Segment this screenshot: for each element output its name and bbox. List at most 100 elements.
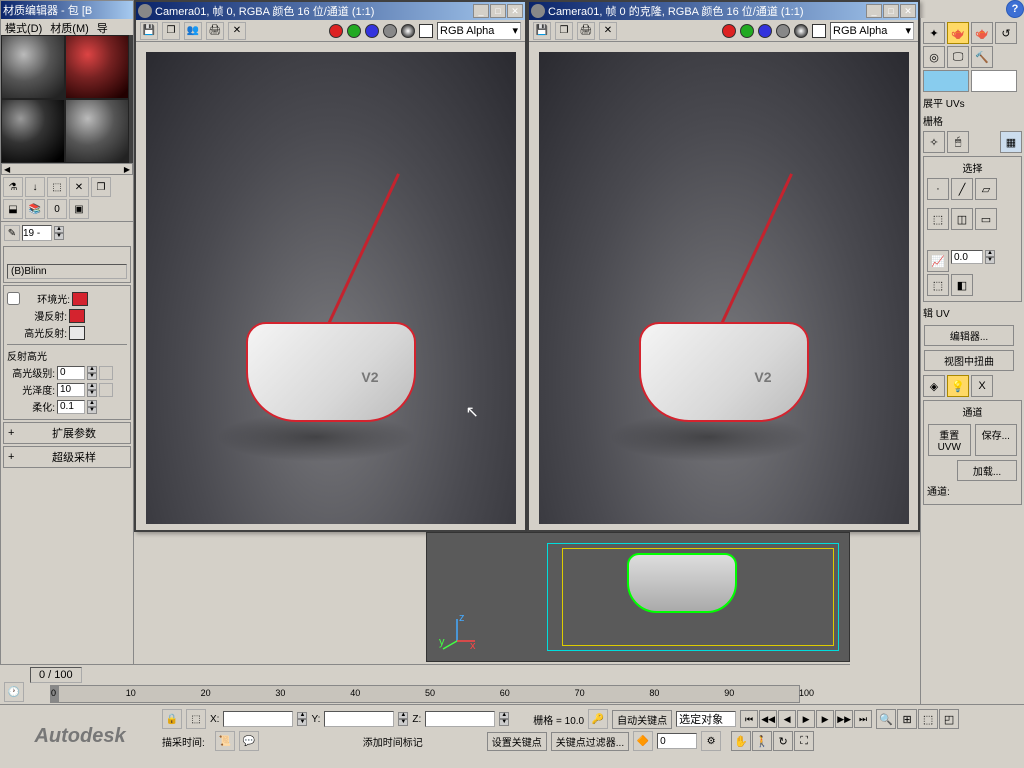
y-input[interactable] (324, 711, 394, 727)
tool-a-icon[interactable]: ◈ (923, 375, 945, 397)
glossiness-map[interactable] (99, 383, 113, 397)
clear-icon[interactable]: ✕ (599, 22, 617, 40)
save-button[interactable]: 保存... (975, 424, 1018, 456)
display-mode-dropdown[interactable]: RGB Alpha▾ (830, 22, 914, 40)
auto-key-button[interactable]: 自动关键点 (612, 710, 672, 729)
selection-set-dropdown[interactable]: 选定对象 (676, 711, 736, 727)
make-unique-icon[interactable]: ⬓ (3, 199, 23, 219)
ambient-lock[interactable] (7, 292, 20, 305)
close-button[interactable]: ✕ (507, 4, 523, 18)
zoom-region-icon[interactable]: ◰ (939, 709, 959, 729)
blue-channel[interactable] (365, 24, 379, 38)
next-frame-icon[interactable]: ▶▶ (835, 710, 853, 728)
material-effects-icon[interactable]: 0 (47, 199, 67, 219)
graph-icon[interactable]: 📈 (927, 250, 949, 272)
maximize-button[interactable]: □ (883, 4, 899, 18)
print-icon[interactable]: 🖨 (206, 22, 224, 40)
name-spin[interactable]: ▲▼ (54, 226, 64, 240)
add-time-tag-label[interactable]: 添加时间标记 (363, 734, 423, 749)
uv-tool-1[interactable]: ✧ (923, 131, 945, 153)
green-channel[interactable] (347, 24, 361, 38)
z-spin[interactable]: ▲▼ (499, 712, 509, 726)
swatch-white[interactable] (419, 24, 433, 38)
reset-uvw-button[interactable]: 重置 UVW (928, 424, 971, 456)
lock-icon[interactable]: 🔒 (162, 709, 182, 729)
goto-start-icon[interactable]: ⏮ (740, 710, 758, 728)
copy-image-icon[interactable]: ❐ (555, 22, 573, 40)
clone-image-icon[interactable]: 👥 (184, 22, 202, 40)
zoom-all-icon[interactable]: ⊞ (897, 709, 917, 729)
y-spin[interactable]: ▲▼ (398, 712, 408, 726)
alpha-channel[interactable] (776, 24, 790, 38)
soften-spin[interactable]: ▲▼ (87, 400, 97, 414)
soften-input[interactable] (57, 400, 85, 414)
mono-channel[interactable] (794, 24, 808, 38)
assign-material-icon[interactable]: ⬚ (47, 177, 67, 197)
prev-frame-icon[interactable]: ◀◀ (759, 710, 777, 728)
specular-swatch[interactable] (69, 326, 85, 340)
open-editor-button[interactable]: 编辑器... (924, 325, 1014, 346)
material-name-input[interactable] (22, 225, 52, 241)
material-editor-titlebar[interactable]: 材质编辑器 - 包 [B (1, 1, 133, 19)
create-tab-icon[interactable]: ✦ (923, 22, 945, 44)
glossiness-spin[interactable]: ▲▼ (87, 383, 97, 397)
blue-channel[interactable] (758, 24, 772, 38)
color-swatch-white[interactable] (971, 70, 1017, 92)
time-config-button[interactable]: ⚙ (701, 731, 721, 751)
goto-end-icon[interactable]: ⏭ (854, 710, 872, 728)
grow-icon[interactable]: ⬚ (927, 208, 949, 230)
frame-display[interactable]: 0 / 100 (30, 667, 82, 683)
swatch-white[interactable] (812, 24, 826, 38)
max-toggle-icon[interactable]: ⛶ (794, 731, 814, 751)
face-subobj[interactable]: ▱ (975, 178, 997, 200)
save-image-icon[interactable]: 💾 (140, 22, 158, 40)
current-frame-input[interactable] (657, 733, 697, 749)
supersampling-rollup[interactable]: + 超级采样 (3, 446, 131, 468)
next-key-icon[interactable]: ▶ (816, 710, 834, 728)
snap-icon[interactable]: ⬚ (186, 709, 206, 729)
key-mode-icon[interactable]: 🔶 (633, 731, 653, 751)
orbit-icon[interactable]: ↻ (773, 731, 793, 751)
print-icon[interactable]: 🖨 (577, 22, 595, 40)
material-slot-1[interactable] (1, 35, 65, 99)
pick-material-icon[interactable]: ✎ (4, 225, 20, 241)
material-slot-4[interactable] (65, 99, 129, 163)
ring-icon[interactable]: ▭ (975, 208, 997, 230)
spec-level-input[interactable] (57, 366, 85, 380)
red-channel[interactable] (329, 24, 343, 38)
spec-level-spin[interactable]: ▲▼ (87, 366, 97, 380)
time-ruler[interactable]: 0102030405060708090100 (50, 685, 800, 703)
display-mode-dropdown[interactable]: RGB Alpha▾ (437, 22, 521, 40)
listener-icon[interactable]: 💬 (239, 731, 259, 751)
clear-icon[interactable]: ✕ (228, 22, 246, 40)
green-channel[interactable] (740, 24, 754, 38)
minimize-button[interactable]: _ (866, 4, 882, 18)
put-material-icon[interactable]: ↓ (25, 177, 45, 197)
ambient-swatch[interactable] (72, 292, 88, 306)
viewport[interactable]: z x y (426, 532, 850, 662)
threshold-spin[interactable]: ▲▼ (985, 250, 995, 272)
make-copy-icon[interactable]: ❐ (91, 177, 111, 197)
extended-params-rollup[interactable]: + 扩展参数 (3, 422, 131, 444)
help-button[interactable]: ? (1006, 0, 1024, 18)
spec-level-map[interactable] (99, 366, 113, 380)
shader-dropdown[interactable]: (B)Blinn (7, 264, 127, 279)
play-icon[interactable]: ▶ (797, 710, 815, 728)
vertex-subobj[interactable]: · (927, 178, 949, 200)
copy-image-icon[interactable]: ❐ (162, 22, 180, 40)
key-filter-button[interactable]: 关键点过滤器... (551, 732, 629, 751)
zoom-extents-icon[interactable]: ⬚ (918, 709, 938, 729)
color-swatch-blue[interactable] (923, 70, 969, 92)
minimize-button[interactable]: _ (473, 4, 489, 18)
menu-nav[interactable]: 导 (97, 20, 108, 34)
menu-material[interactable]: 材质(M) (50, 20, 89, 34)
render-left-titlebar[interactable]: Camera01, 帧 0, RGBA 颜色 16 位/通道 (1:1) _ □… (136, 2, 525, 20)
select-all-icon[interactable]: ⬚ (927, 274, 949, 296)
tool-icon[interactable]: 🔨 (971, 46, 993, 68)
render-right-titlebar[interactable]: Camera01, 帧 0 的克隆, RGBA 颜色 16 位/通道 (1:1)… (529, 2, 918, 20)
utilities-tab-icon[interactable]: 🖵 (947, 46, 969, 68)
zoom-icon[interactable]: 🔍 (876, 709, 896, 729)
put-library-icon[interactable]: 📚 (25, 199, 45, 219)
x-spin[interactable]: ▲▼ (297, 712, 307, 726)
load-button[interactable]: 加载... (957, 460, 1017, 481)
